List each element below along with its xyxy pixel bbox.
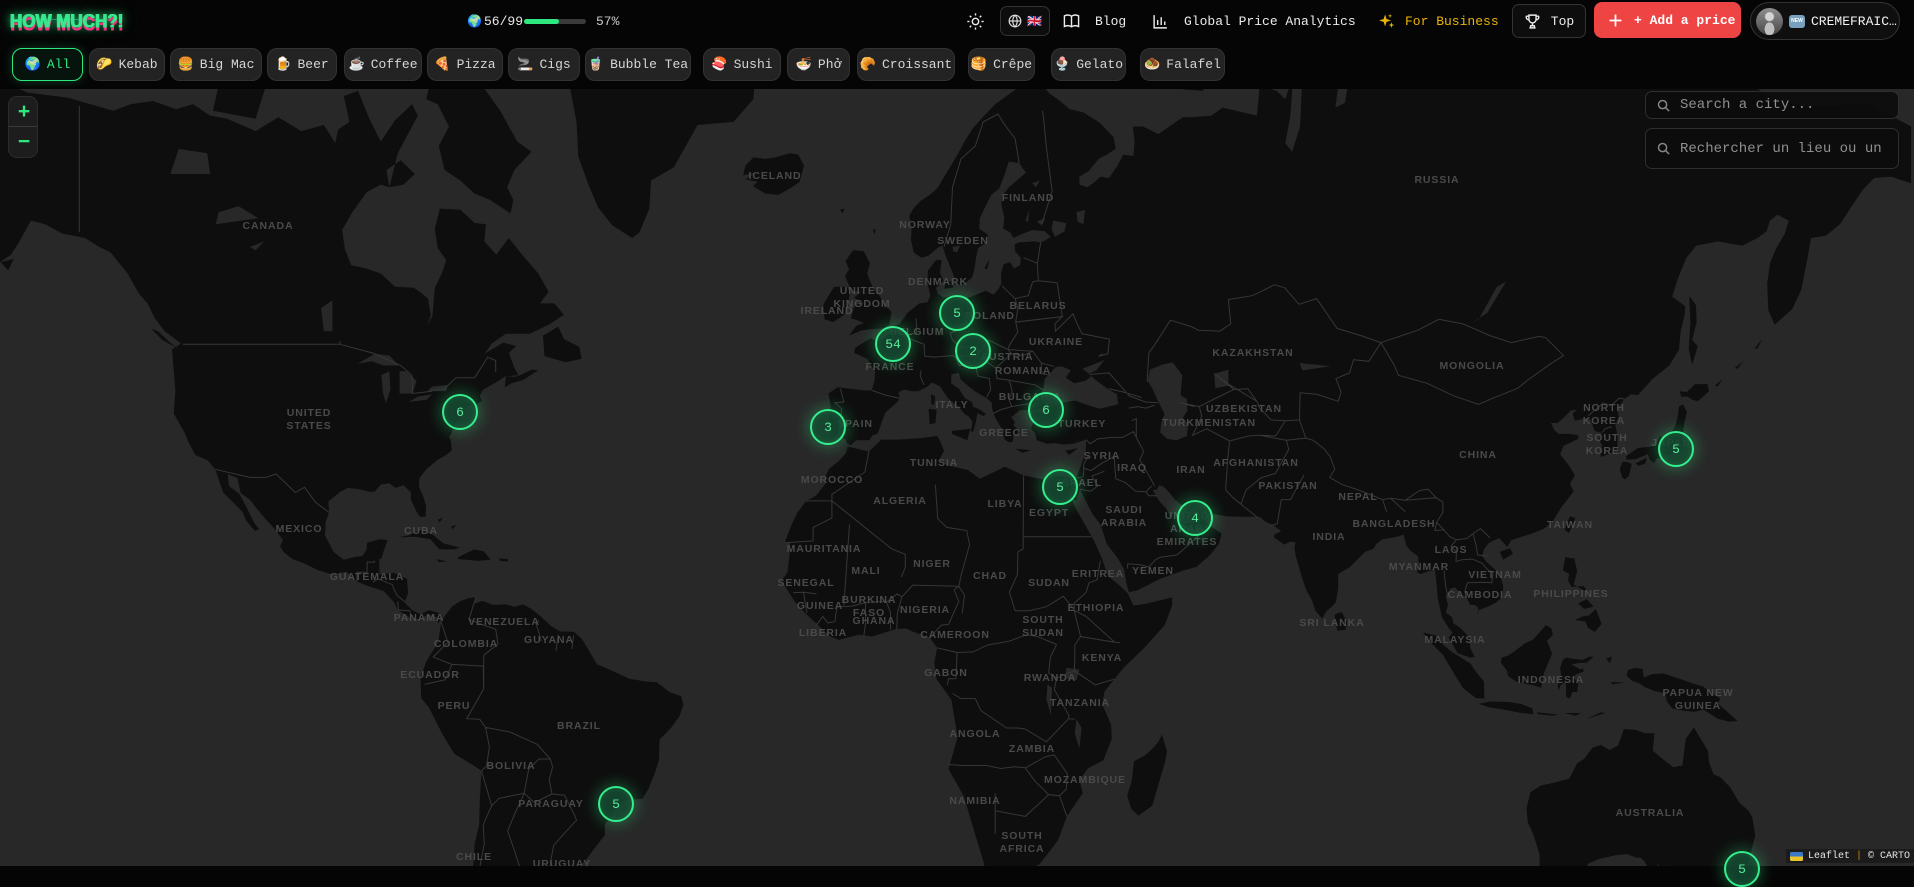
svg-text:FRANCE: FRANCE bbox=[865, 361, 914, 373]
svg-text:CAMEROON: CAMEROON bbox=[920, 629, 990, 641]
svg-text:TURKMENISTAN: TURKMENISTAN bbox=[1162, 417, 1256, 429]
svg-text:UKRAINE: UKRAINE bbox=[1029, 336, 1083, 348]
svg-text:PHILIPPINES: PHILIPPINES bbox=[1533, 588, 1608, 600]
svg-text:GABON: GABON bbox=[924, 667, 968, 679]
svg-text:UZBEKISTAN: UZBEKISTAN bbox=[1206, 403, 1282, 415]
svg-text:SOUTH: SOUTH bbox=[1586, 432, 1627, 444]
svg-text:IRAQ: IRAQ bbox=[1117, 462, 1147, 474]
svg-text:YEMEN: YEMEN bbox=[1132, 565, 1174, 577]
svg-text:NEPAL: NEPAL bbox=[1338, 491, 1377, 503]
svg-text:PAKISTAN: PAKISTAN bbox=[1258, 480, 1317, 492]
svg-text:GUINEA: GUINEA bbox=[797, 600, 843, 612]
svg-text:SWEDEN: SWEDEN bbox=[937, 235, 989, 247]
svg-text:ERITREA: ERITREA bbox=[1072, 568, 1124, 580]
svg-text:TURKEY: TURKEY bbox=[1058, 418, 1107, 430]
svg-text:PERU: PERU bbox=[438, 700, 471, 712]
svg-text:GUATEMALA: GUATEMALA bbox=[330, 571, 404, 583]
svg-text:SYRIA: SYRIA bbox=[1084, 450, 1121, 462]
svg-text:VIETNAM: VIETNAM bbox=[1468, 569, 1522, 581]
svg-text:UNITED: UNITED bbox=[840, 285, 884, 297]
svg-text:CANADA: CANADA bbox=[243, 220, 294, 232]
svg-text:KENYA: KENYA bbox=[1082, 652, 1122, 664]
svg-text:IRELAND: IRELAND bbox=[801, 305, 854, 317]
svg-text:DENMARK: DENMARK bbox=[908, 276, 968, 288]
svg-text:ROMANIA: ROMANIA bbox=[995, 365, 1051, 377]
svg-text:STATES: STATES bbox=[286, 420, 331, 432]
svg-text:ETHIOPIA: ETHIOPIA bbox=[1068, 602, 1125, 614]
svg-text:AFGHANISTAN: AFGHANISTAN bbox=[1213, 457, 1299, 469]
svg-text:SUDAN: SUDAN bbox=[1028, 577, 1070, 589]
svg-text:CAMBODIA: CAMBODIA bbox=[1448, 589, 1513, 601]
svg-text:ALGERIA: ALGERIA bbox=[873, 495, 927, 507]
svg-text:INDIA: INDIA bbox=[1312, 531, 1345, 543]
svg-text:TANZANIA: TANZANIA bbox=[1050, 697, 1110, 709]
svg-text:BANGLADESH: BANGLADESH bbox=[1352, 518, 1435, 530]
svg-text:SUDAN: SUDAN bbox=[1022, 627, 1064, 639]
svg-text:LAOS: LAOS bbox=[1435, 544, 1468, 556]
svg-text:MALI: MALI bbox=[851, 565, 880, 577]
svg-text:TAIWAN: TAIWAN bbox=[1547, 519, 1593, 531]
svg-text:NIGER: NIGER bbox=[913, 558, 951, 570]
svg-text:KAZAKHSTAN: KAZAKHSTAN bbox=[1212, 347, 1293, 359]
svg-text:RWANDA: RWANDA bbox=[1024, 672, 1076, 684]
svg-text:EGYPT: EGYPT bbox=[1029, 507, 1069, 519]
svg-text:GUINEA: GUINEA bbox=[1675, 700, 1721, 712]
svg-text:CUBA: CUBA bbox=[404, 525, 438, 537]
svg-text:PARAGUAY: PARAGUAY bbox=[518, 798, 584, 810]
svg-text:IRAN: IRAN bbox=[1176, 464, 1205, 476]
svg-text:MALAYSIA: MALAYSIA bbox=[1424, 634, 1485, 646]
svg-text:PAPUA NEW: PAPUA NEW bbox=[1662, 687, 1733, 699]
svg-text:TUNISIA: TUNISIA bbox=[910, 457, 958, 469]
svg-text:BOLIVIA: BOLIVIA bbox=[487, 760, 536, 772]
svg-text:CHAD: CHAD bbox=[973, 570, 1007, 582]
svg-text:AFRICA: AFRICA bbox=[999, 843, 1044, 855]
svg-text:SOUTH: SOUTH bbox=[1022, 614, 1063, 626]
svg-text:CHINA: CHINA bbox=[1459, 449, 1497, 461]
svg-text:LIBYA: LIBYA bbox=[987, 498, 1022, 510]
svg-text:BURKINA: BURKINA bbox=[842, 594, 897, 606]
svg-text:EMIRATES: EMIRATES bbox=[1157, 536, 1218, 548]
svg-text:KOREA: KOREA bbox=[1583, 415, 1625, 427]
svg-text:MEXICO: MEXICO bbox=[276, 523, 323, 535]
svg-text:BRAZIL: BRAZIL bbox=[557, 720, 601, 732]
svg-text:MAURITANIA: MAURITANIA bbox=[787, 543, 862, 555]
svg-text:CHILE: CHILE bbox=[456, 851, 492, 863]
svg-text:ZAMBIA: ZAMBIA bbox=[1009, 743, 1055, 755]
svg-text:MONGOLIA: MONGOLIA bbox=[1440, 360, 1505, 372]
svg-text:ARABIA: ARABIA bbox=[1101, 517, 1147, 529]
svg-text:AUSTRALIA: AUSTRALIA bbox=[1616, 807, 1685, 819]
svg-text:BELARUS: BELARUS bbox=[1009, 300, 1066, 312]
svg-text:SAUDI: SAUDI bbox=[1105, 504, 1142, 516]
svg-text:FINLAND: FINLAND bbox=[1002, 192, 1054, 204]
svg-text:UNITED: UNITED bbox=[287, 407, 331, 419]
svg-text:ANGOLA: ANGOLA bbox=[950, 728, 1001, 740]
svg-text:SOUTH: SOUTH bbox=[1001, 830, 1042, 842]
svg-text:NAMIBIA: NAMIBIA bbox=[949, 795, 1000, 807]
svg-text:MOZAMBIQUE: MOZAMBIQUE bbox=[1044, 774, 1126, 786]
svg-text:SRI LANKA: SRI LANKA bbox=[1299, 617, 1364, 629]
svg-text:GREECE: GREECE bbox=[979, 427, 1029, 439]
svg-text:NORWAY: NORWAY bbox=[899, 219, 951, 231]
svg-text:RUSSIA: RUSSIA bbox=[1414, 174, 1459, 186]
svg-text:NIGERIA: NIGERIA bbox=[900, 604, 950, 616]
svg-text:GHANA: GHANA bbox=[853, 615, 896, 627]
svg-text:COLOMBIA: COLOMBIA bbox=[434, 638, 498, 650]
svg-text:GUYANA: GUYANA bbox=[524, 634, 574, 646]
svg-text:SENEGAL: SENEGAL bbox=[777, 577, 834, 589]
svg-text:ECUADOR: ECUADOR bbox=[400, 669, 459, 681]
svg-text:URUGUAY: URUGUAY bbox=[533, 858, 591, 866]
svg-text:ICELAND: ICELAND bbox=[749, 170, 802, 182]
svg-text:MOROCCO: MOROCCO bbox=[801, 474, 863, 486]
svg-text:INDONESIA: INDONESIA bbox=[1518, 674, 1584, 686]
svg-text:PANAMA: PANAMA bbox=[394, 612, 445, 624]
svg-text:MYANMAR: MYANMAR bbox=[1389, 561, 1449, 573]
svg-text:NORTH: NORTH bbox=[1583, 402, 1625, 414]
svg-text:KOREA: KOREA bbox=[1586, 445, 1628, 457]
svg-text:LIBERIA: LIBERIA bbox=[799, 627, 847, 639]
svg-text:VENEZUELA: VENEZUELA bbox=[468, 616, 540, 628]
svg-text:ITALY: ITALY bbox=[935, 399, 968, 411]
